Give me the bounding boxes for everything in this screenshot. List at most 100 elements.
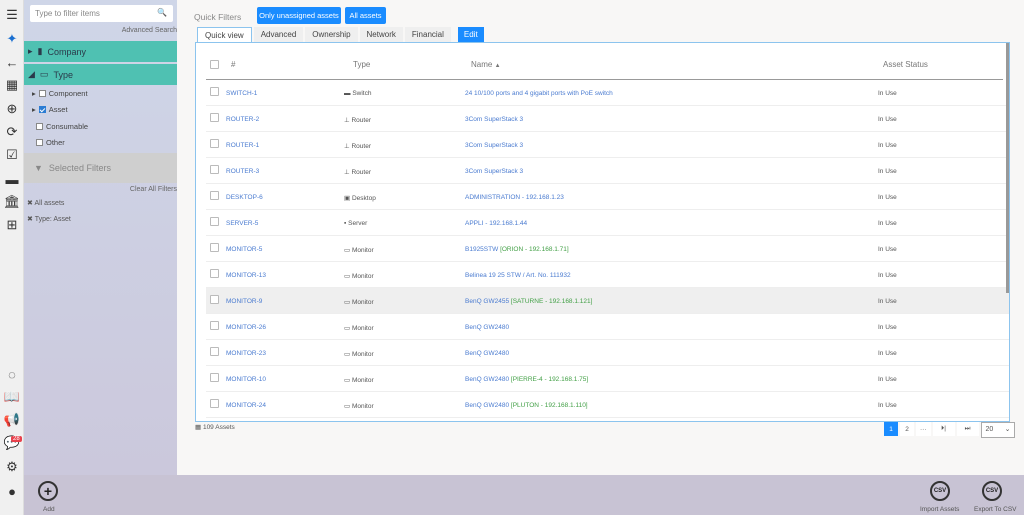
row-checkbox[interactable] (210, 217, 219, 226)
clear-all-filters-link[interactable]: Clear All Filters (130, 186, 177, 193)
only-unassigned-button[interactable]: Only unassigned assets (257, 7, 341, 24)
table-row[interactable]: MONITOR-10 ▭ Monitor BenQ GW2480 [PIERRE… (206, 366, 1009, 392)
name-link[interactable]: B1925STW (465, 246, 498, 253)
tab-advanced[interactable]: Advanced (253, 27, 304, 42)
asset-id-link[interactable]: SWITCH-1 (226, 90, 257, 97)
asset-id-link[interactable]: MONITOR-13 (226, 272, 266, 279)
row-checkbox[interactable] (210, 139, 219, 148)
row-checkbox[interactable] (210, 243, 219, 252)
filter-chip[interactable]: ✖ All assets (27, 199, 64, 207)
name-link[interactable]: BenQ GW2480 (465, 402, 509, 409)
asset-id-link[interactable]: MONITOR-26 (226, 324, 266, 331)
name-link[interactable]: 3Com SuperStack 3 (465, 142, 523, 149)
megaphone-icon[interactable]: 📢 (3, 411, 21, 429)
col-status[interactable]: Asset Status (883, 60, 928, 69)
page-2[interactable]: 2 (900, 422, 914, 436)
tree-item-other[interactable]: Other (36, 138, 65, 147)
import-assets-button[interactable]: CSV (930, 481, 950, 501)
table-row[interactable]: ROUTER-1 ⊥ Router 3Com SuperStack 3 In U… (206, 132, 1009, 158)
asset-id-link[interactable]: MONITOR-23 (226, 350, 266, 357)
tree-item-component[interactable]: ▸ Component (32, 89, 88, 98)
gear-icon[interactable]: ⚙ (3, 458, 21, 476)
name-link[interactable]: BenQ GW2480 (465, 324, 509, 331)
chat-icon[interactable]: ◌ (3, 365, 21, 383)
group-type[interactable]: ◢ ▭ Type (24, 64, 177, 85)
group-company[interactable]: ▸ ▮ Company (24, 41, 177, 62)
name-link[interactable]: 24 10/100 ports and 4 gigabit ports with… (465, 90, 613, 97)
book-icon[interactable]: 📖 (3, 388, 21, 406)
row-checkbox[interactable] (210, 295, 219, 304)
filter-chip[interactable]: ✖ Type: Asset (27, 215, 71, 223)
name-link[interactable]: 3Com SuperStack 3 (465, 168, 523, 175)
row-checkbox[interactable] (210, 347, 219, 356)
scrollbar[interactable] (1006, 43, 1009, 293)
checkbox[interactable] (38, 106, 46, 113)
avatar[interactable]: ● (3, 482, 21, 500)
page-1[interactable]: 1 (884, 422, 898, 436)
tab-ownership[interactable]: Ownership (305, 27, 358, 42)
asset-icon[interactable]: ▬ (3, 170, 21, 188)
col-id[interactable]: # (231, 60, 235, 69)
table-row[interactable]: MONITOR-24 ▭ Monitor BenQ GW2480 [PLUTON… (206, 392, 1009, 418)
menu-icon[interactable]: ☰ (3, 6, 21, 24)
tab-quick-view[interactable]: Quick view (197, 27, 252, 42)
table-row[interactable]: SERVER-5 ▪ Server APPLI - 192.168.1.44 I… (206, 210, 1009, 236)
name-link[interactable]: Belinea 19 25 STW / Art. No. 111932 (465, 272, 571, 279)
checklist-icon[interactable]: ☑ (3, 146, 21, 164)
row-checkbox[interactable] (210, 269, 219, 278)
table-row[interactable]: MONITOR-23 ▭ Monitor BenQ GW2480 In Use (206, 340, 1009, 366)
asset-id-link[interactable]: ROUTER-2 (226, 116, 259, 123)
search-icon[interactable]: 🔍 (157, 8, 167, 17)
asset-id-link[interactable]: MONITOR-24 (226, 402, 266, 409)
asset-id-link[interactable]: MONITOR-5 (226, 246, 262, 253)
row-checkbox[interactable] (210, 87, 219, 96)
asset-id-link[interactable]: MONITOR-10 (226, 376, 266, 383)
edit-tabs-button[interactable]: Edit (457, 27, 484, 42)
table-row[interactable]: SWITCH-1 ▬ Switch 24 10/100 ports and 4 … (206, 80, 1009, 106)
page-size-select[interactable]: 20 ⌄ (980, 422, 1015, 438)
back-icon[interactable]: ← (3, 53, 21, 71)
row-checkbox[interactable] (210, 373, 219, 382)
row-checkbox[interactable] (210, 191, 219, 200)
sync-icon[interactable]: ⟳ (3, 123, 21, 141)
table-row[interactable]: MONITOR-26 ▭ Monitor BenQ GW2480 In Use (206, 314, 1009, 340)
add-circle-icon[interactable]: ⊕ (3, 100, 21, 118)
table-row[interactable]: ROUTER-3 ⊥ Router 3Com SuperStack 3 In U… (206, 158, 1009, 184)
tree-item-consumable[interactable]: Consumable (36, 122, 88, 131)
row-checkbox[interactable] (210, 113, 219, 122)
table-row[interactable]: MONITOR-13 ▭ Monitor Belinea 19 25 STW /… (206, 262, 1009, 288)
tree-item-asset[interactable]: ▸ Asset (32, 105, 68, 114)
tab-network[interactable]: Network (359, 27, 403, 42)
asset-id-link[interactable]: DESKTOP-6 (226, 194, 263, 201)
grid-icon[interactable]: ⊞ (3, 216, 21, 234)
asset-id-link[interactable]: ROUTER-3 (226, 168, 259, 175)
table-row[interactable]: MONITOR-5 ▭ Monitor B1925STW [ORION - 19… (206, 236, 1009, 262)
next-page-icon[interactable]: ⏵| (932, 422, 955, 436)
checkbox[interactable] (38, 90, 46, 97)
assigned-link[interactable]: [PLUTON - 192.168.1.110] (511, 402, 588, 409)
row-checkbox[interactable] (210, 165, 219, 174)
col-type[interactable]: Type (353, 60, 370, 69)
table-row[interactable]: ROUTER-2 ⊥ Router 3Com SuperStack 3 In U… (206, 106, 1009, 132)
checkbox[interactable] (36, 139, 43, 146)
advanced-search-link[interactable]: Advanced Search (122, 27, 177, 34)
col-name[interactable]: Name ▲ (471, 60, 501, 69)
row-checkbox[interactable] (210, 321, 219, 330)
asset-id-link[interactable]: ROUTER-1 (226, 142, 259, 149)
name-link[interactable]: BenQ GW2455 (465, 298, 509, 305)
name-link[interactable]: 3Com SuperStack 3 (465, 116, 523, 123)
assigned-link[interactable]: [PIERRE-4 - 192.168.1.75] (511, 376, 588, 383)
all-assets-button[interactable]: All assets (345, 7, 386, 24)
assigned-link[interactable]: [ORION - 192.168.1.71] (500, 246, 569, 253)
name-link[interactable]: ADMINISTRATION - 192.168.1.23 (465, 194, 564, 201)
table-row[interactable]: MONITOR-9 ▭ Monitor BenQ GW2455 [SATURNE… (206, 288, 1009, 314)
checkbox[interactable] (36, 123, 43, 130)
page-ellipsis[interactable]: ··· (916, 422, 931, 436)
filter-input[interactable]: Type to filter items 🔍 (30, 5, 173, 22)
add-button[interactable]: + (38, 481, 58, 501)
asset-id-link[interactable]: SERVER-5 (226, 220, 258, 227)
bank-icon[interactable]: 🏛 (3, 193, 21, 211)
name-link[interactable]: BenQ GW2480 (465, 350, 509, 357)
last-page-icon[interactable]: ⏭ (956, 422, 979, 436)
name-link[interactable]: BenQ GW2480 (465, 376, 509, 383)
